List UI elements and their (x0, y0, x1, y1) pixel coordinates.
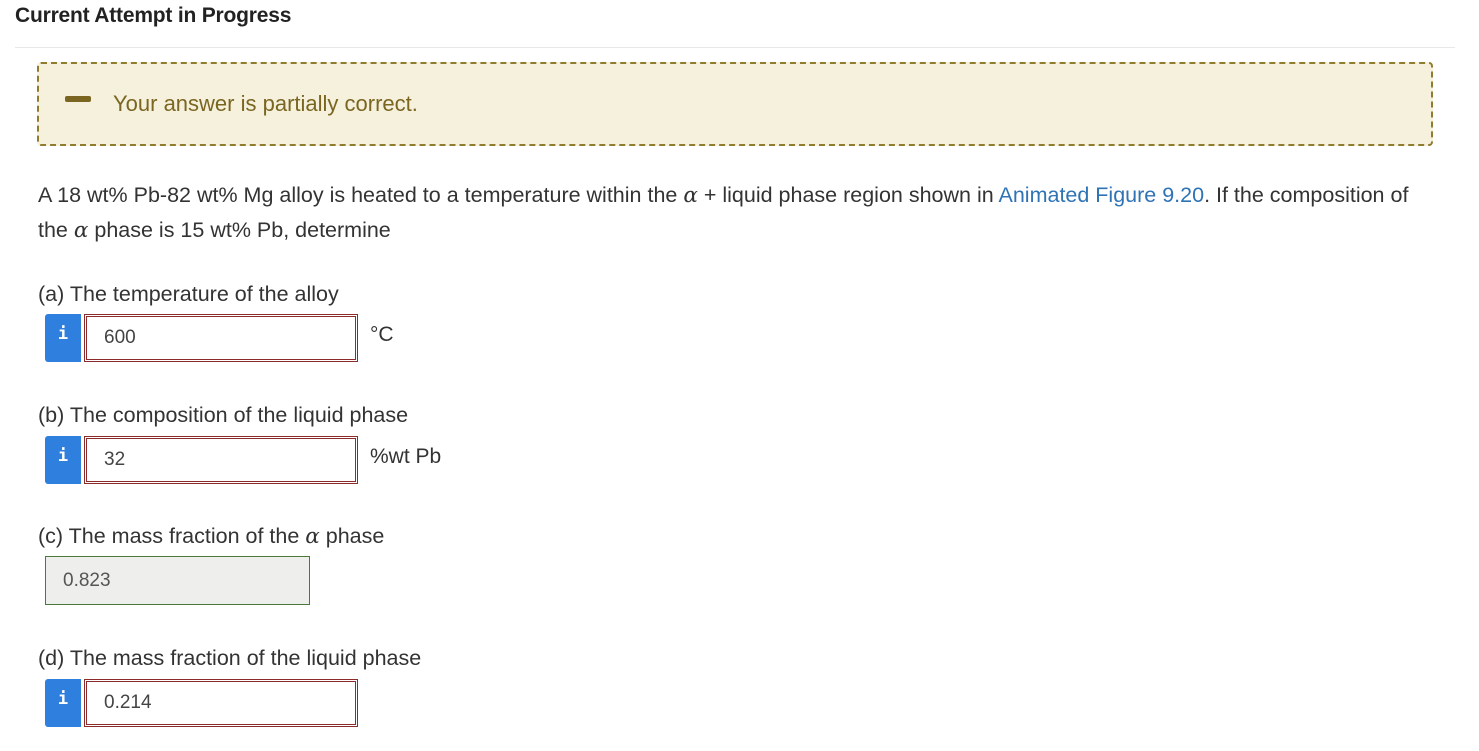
part-d-label: (d) The mass fraction of the liquid phas… (38, 646, 422, 670)
partial-credit-icon (65, 96, 91, 102)
part-a-unit: °C (370, 323, 394, 346)
question-text: A 18 wt% Pb-82 wt% Mg alloy is heated to… (38, 178, 1438, 248)
part-c-label: (c) The mass fraction of the α phase (38, 524, 384, 549)
part-d-answer-input[interactable] (84, 679, 358, 727)
info-icon[interactable]: i (45, 314, 81, 362)
assignment-page: Current Attempt in Progress Your answer … (0, 0, 1479, 751)
alpha-symbol: α (305, 524, 320, 549)
attempt-header: Current Attempt in Progress (15, 4, 292, 27)
part-a-answer-input[interactable] (84, 314, 358, 362)
part-c-label-suffix: phase (319, 524, 385, 548)
question-intro: A 18 wt% Pb-82 wt% Mg alloy is heated to… (38, 183, 684, 207)
question-intro-end: phase is 15 wt% Pb, determine (88, 218, 391, 242)
feedback-banner: Your answer is partially correct. (37, 62, 1433, 146)
question-intro-mid: + liquid phase region shown in (697, 183, 999, 207)
part-b-answer-input[interactable] (84, 436, 358, 484)
feedback-message: Your answer is partially correct. (113, 91, 418, 116)
part-c-answer-input[interactable] (45, 556, 310, 605)
part-b-unit: %wt Pb (370, 445, 442, 468)
header-divider (15, 47, 1455, 48)
alpha-symbol: α (683, 183, 698, 208)
part-c-label-text: (c) The mass fraction of the (38, 524, 306, 548)
info-icon[interactable]: i (45, 436, 81, 484)
alpha-symbol: α (73, 218, 89, 243)
animated-figure-link[interactable]: Animated Figure 9.20 (999, 183, 1205, 207)
part-b-label: (b) The composition of the liquid phase (38, 403, 409, 427)
part-a-label: (a) The temperature of the alloy (38, 282, 339, 306)
info-icon[interactable]: i (45, 679, 81, 727)
